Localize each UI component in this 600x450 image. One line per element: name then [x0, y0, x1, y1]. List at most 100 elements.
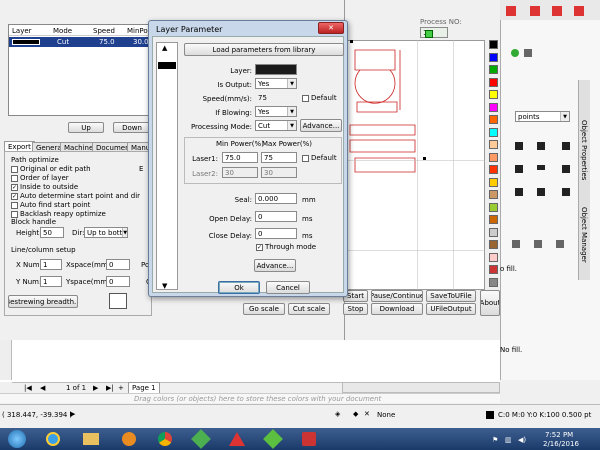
cancel-button[interactable]: Cancel	[266, 281, 310, 294]
ufile-output-button[interactable]: UFileOutput	[426, 303, 476, 315]
close-delay-input[interactable]: 0	[255, 228, 297, 239]
open-delay-input[interactable]: 0	[255, 211, 297, 222]
ok-button[interactable]: Ok	[218, 281, 260, 294]
palette-swatch[interactable]	[489, 177, 498, 187]
pause-continue-button[interactable]: Pause/Continue	[371, 290, 423, 302]
palette-swatch[interactable]	[489, 277, 498, 287]
checkbox[interactable]	[11, 174, 18, 182]
speed-input[interactable]: 75	[255, 92, 297, 103]
load-parameters-button[interactable]: Load parameters from library	[184, 43, 344, 56]
palette-swatch[interactable]	[489, 102, 498, 112]
bestrewing-button[interactable]: Bestrewing breadth...	[8, 295, 78, 308]
corner-icon[interactable]	[515, 142, 523, 150]
prev-page-icon[interactable]: ◀	[40, 384, 45, 392]
fill-icon[interactable]	[512, 240, 520, 248]
clock-time[interactable]: 7:52 PM	[545, 431, 573, 439]
checkbox[interactable]	[11, 210, 18, 218]
up-button[interactable]: Up	[68, 122, 104, 133]
list-up-icon[interactable]: ▲	[162, 44, 167, 52]
corner-icon[interactable]	[537, 188, 545, 196]
xnum-input[interactable]: 1	[40, 259, 62, 270]
add-page-icon[interactable]: +	[118, 384, 124, 392]
toolbar-icon[interactable]	[506, 6, 516, 16]
laser-app-icon[interactable]	[222, 428, 252, 450]
clock-date[interactable]: 2/16/2016	[543, 440, 579, 448]
last-page-icon[interactable]: ▶|	[106, 384, 114, 392]
next-page-icon[interactable]: ▶	[93, 384, 98, 392]
toolbar-icon[interactable]	[530, 6, 540, 16]
laser1-max-input[interactable]: 75	[261, 152, 297, 163]
palette-swatch[interactable]	[489, 127, 498, 137]
object-manager-tab[interactable]: Object Manager	[578, 205, 590, 275]
tab-page-1[interactable]: Page 1	[128, 382, 160, 393]
fill-icon[interactable]	[534, 240, 542, 248]
palette-swatch[interactable]	[489, 90, 498, 99]
start-orb-icon[interactable]	[2, 428, 32, 450]
palette-swatch[interactable]	[489, 52, 498, 62]
horizontal-scrollbar[interactable]	[342, 382, 500, 393]
palette-swatch[interactable]	[489, 115, 498, 124]
checkbox-checked[interactable]: ✓	[256, 243, 263, 251]
checkbox[interactable]	[11, 201, 18, 209]
list-down-icon[interactable]: ▼	[162, 282, 167, 290]
if-blowing-select[interactable]: Yes ▼	[255, 106, 297, 117]
corner-icon[interactable]	[537, 165, 545, 170]
xspace-input[interactable]: 0	[106, 259, 130, 270]
coreldraw-icon-2[interactable]	[258, 428, 288, 450]
palette-swatch[interactable]	[489, 140, 498, 149]
download-button[interactable]: Download	[371, 303, 423, 315]
palette-swatch[interactable]	[489, 202, 498, 212]
corner-icon[interactable]	[515, 165, 523, 173]
palette-swatch[interactable]	[489, 265, 498, 274]
advance-button-1[interactable]: Advance...	[300, 119, 342, 132]
laser1-min-input[interactable]: 75.0	[222, 152, 258, 163]
flag-icon[interactable]: ⚑	[492, 436, 498, 444]
yspace-input[interactable]: 0	[106, 276, 130, 287]
snap-icon[interactable]	[511, 49, 519, 57]
speed-default-checkbox[interactable]: Default	[302, 94, 337, 102]
opt-order-of-layer[interactable]: Order of layer	[11, 174, 69, 182]
media-player-icon[interactable]	[114, 428, 144, 450]
palette-swatch[interactable]	[489, 240, 498, 249]
opt-auto-find-start[interactable]: Auto find start point	[11, 201, 90, 209]
units-select[interactable]: points ▼	[515, 111, 570, 122]
palette-swatch[interactable]	[489, 165, 498, 174]
through-mode-checkbox[interactable]: ✓ Through mode	[256, 243, 316, 251]
checkbox[interactable]	[302, 94, 309, 102]
power-default-checkbox[interactable]: Default	[302, 154, 337, 162]
selected-layer-swatch[interactable]	[158, 62, 176, 69]
corner-icon[interactable]	[562, 188, 570, 196]
stop-button[interactable]: Stop	[343, 303, 368, 315]
checkbox-checked[interactable]: ✓	[11, 183, 18, 191]
down-button[interactable]: Down	[113, 122, 151, 133]
corner-icon[interactable]	[562, 142, 570, 150]
checkbox[interactable]	[11, 165, 18, 173]
corner-icon[interactable]	[562, 165, 570, 173]
corner-icon[interactable]	[515, 188, 523, 196]
opt-auto-determine[interactable]: ✓ Auto determine start point and dir	[11, 192, 140, 200]
app-icon[interactable]	[294, 428, 324, 450]
palette-swatch[interactable]	[489, 215, 498, 224]
explorer-icon[interactable]	[76, 428, 106, 450]
is-output-select[interactable]: Yes ▼	[255, 78, 297, 89]
opt-original-path[interactable]: Original or edit path	[11, 165, 91, 173]
checkbox[interactable]	[302, 154, 309, 162]
volume-icon[interactable]: ◀)	[518, 436, 526, 444]
laser2-min-input[interactable]: 30	[222, 167, 258, 178]
ie-icon[interactable]	[38, 428, 68, 450]
palette-swatch[interactable]	[489, 65, 498, 74]
coreldraw-icon[interactable]	[186, 428, 216, 450]
toolbar-icon[interactable]	[574, 6, 584, 16]
palette-swatch[interactable]	[489, 152, 498, 162]
ynum-input[interactable]: 1	[40, 276, 62, 287]
toolbar-icon[interactable]	[552, 6, 562, 16]
go-scale-button[interactable]: Go scale	[243, 303, 285, 315]
about-button[interactable]: About	[480, 290, 500, 316]
chrome-icon[interactable]	[150, 428, 180, 450]
cut-scale-button[interactable]: Cut scale	[288, 303, 330, 315]
opt-inside-to-outside[interactable]: ✓ Inside to outside	[11, 183, 78, 191]
settings-icon[interactable]	[524, 49, 532, 57]
palette-swatch[interactable]	[489, 77, 498, 87]
seal-input[interactable]: 0.000	[255, 193, 297, 204]
opt-backlash[interactable]: Backlash reapy optimize	[11, 210, 106, 218]
